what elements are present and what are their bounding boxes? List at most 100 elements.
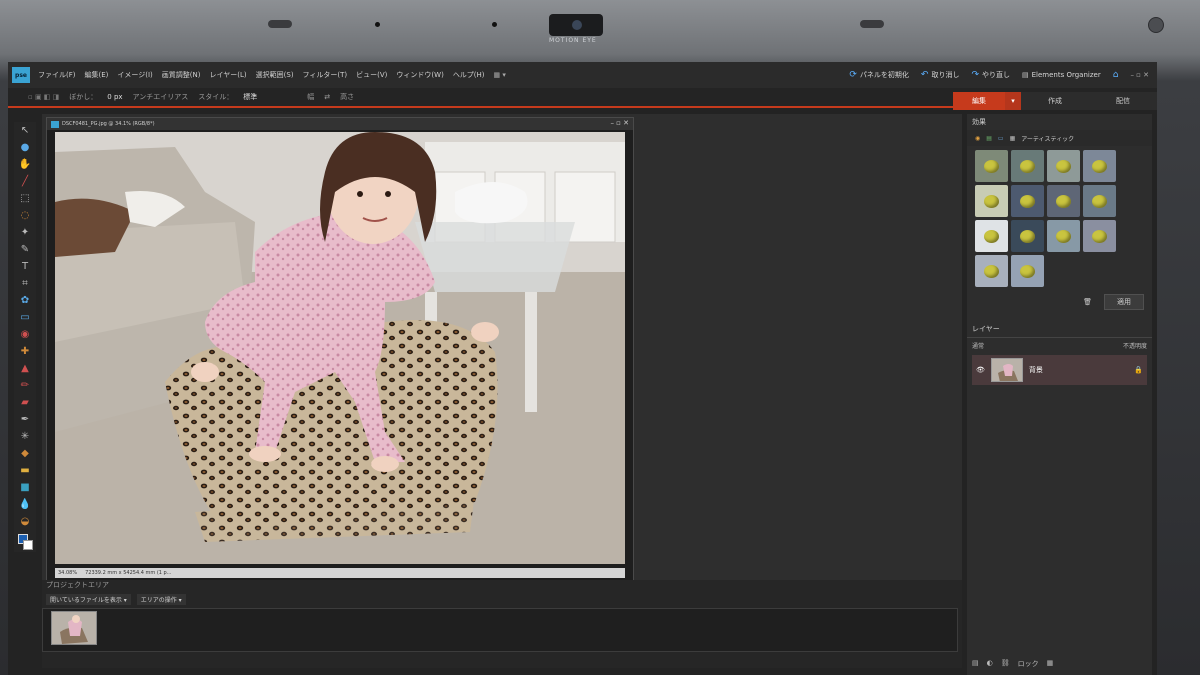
- chevron-down-icon[interactable]: ▾: [1005, 92, 1021, 110]
- eraser-tool-icon[interactable]: ▰: [18, 396, 32, 409]
- move-tool-icon[interactable]: ↖: [18, 124, 32, 137]
- redo-button[interactable]: ↷ やり直し: [971, 70, 1010, 80]
- effects-title: 効果: [972, 118, 986, 126]
- smart-brush-tool-icon[interactable]: ✳: [18, 430, 32, 443]
- marquee-tool-icon[interactable]: ⬚: [18, 192, 32, 205]
- effect-thumbnail[interactable]: [975, 150, 1008, 182]
- height-label: 高さ: [340, 93, 355, 101]
- hand-tool-icon[interactable]: ✋: [18, 158, 32, 171]
- lock-icon[interactable]: 🔒: [1134, 366, 1143, 374]
- eyedropper-tool-icon[interactable]: ╱: [18, 175, 32, 188]
- effect-thumbnail[interactable]: [1083, 220, 1116, 252]
- bezel-sensor: [492, 22, 497, 27]
- project-bin-controls: 開いているファイルを表示 ▾ エリアの操作 ▾: [46, 594, 186, 605]
- effect-thumbnail[interactable]: [975, 220, 1008, 252]
- tab-edit[interactable]: 編集: [953, 92, 1005, 110]
- link-icon[interactable]: ⛓: [1001, 659, 1010, 669]
- effect-thumbnail[interactable]: [1047, 150, 1080, 182]
- pencil-tool-icon[interactable]: ✏: [18, 379, 32, 392]
- home-icon[interactable]: ⌂: [1113, 70, 1119, 80]
- healing-tool-icon[interactable]: ✚: [18, 345, 32, 358]
- menu-view[interactable]: ビュー(V): [356, 70, 387, 80]
- effect-thumbnail[interactable]: [975, 185, 1008, 217]
- layers-title: レイヤー: [967, 321, 1152, 338]
- menu-image[interactable]: イメージ(I): [117, 70, 152, 80]
- menu-select[interactable]: 選択範囲(S): [256, 70, 294, 80]
- bin-actions-select[interactable]: エリアの操作 ▾: [136, 594, 186, 605]
- magic-wand-tool-icon[interactable]: ✦: [18, 226, 32, 239]
- zoom-tool-icon[interactable]: ●: [18, 141, 32, 154]
- blur-tool-icon[interactable]: 💧: [18, 498, 32, 511]
- thumbnail-item[interactable]: [51, 611, 97, 645]
- adjustment-layer-icon[interactable]: ◐: [987, 659, 993, 669]
- menu-edit[interactable]: 編集(E): [85, 70, 109, 80]
- trash-icon[interactable]: 🗑: [1083, 298, 1092, 306]
- visibility-eye-icon[interactable]: 👁: [976, 366, 985, 374]
- document-titlebar[interactable]: DSCF0481_PG.jpg @ 34.1% (RGB/8*) – ▫ ✕: [47, 118, 633, 130]
- menu-layer[interactable]: レイヤー(L): [209, 70, 246, 80]
- document-photo[interactable]: [55, 132, 625, 564]
- show-files-label: 開いているファイルを表示: [50, 597, 122, 604]
- toolbox: ↖ ● ✋ ╱ ⬚ ◌ ✦ ✎ T ⌗ ✿ ▭ ◉ ✚ ▲ ✏ ▰ ✒ ✳ ◆ …: [14, 122, 36, 552]
- zoom-level[interactable]: 34.08%: [58, 570, 77, 576]
- show-files-select[interactable]: 開いているファイルを表示 ▾: [46, 594, 131, 605]
- brush-tool-icon[interactable]: ✒: [18, 413, 32, 426]
- color-swatch-icon[interactable]: [18, 532, 33, 554]
- document-title: DSCF0481_PG.jpg @ 34.1% (RGB/8*): [62, 121, 155, 127]
- effect-thumbnail[interactable]: [1047, 220, 1080, 252]
- marquee-tool-icons[interactable]: ▫ ▣ ◧ ◨: [28, 93, 59, 101]
- type-tool-icon[interactable]: T: [18, 260, 32, 273]
- gradient-tool-icon[interactable]: ▬: [18, 464, 32, 477]
- sponge-tool-icon[interactable]: ◒: [18, 515, 32, 528]
- red-eye-tool-icon[interactable]: ◉: [18, 328, 32, 341]
- tab-share[interactable]: 配信: [1089, 92, 1157, 110]
- document-window-controls[interactable]: – ▫ ✕: [610, 119, 629, 127]
- photo-effects-icon[interactable]: ▭: [998, 135, 1004, 142]
- effect-thumbnail[interactable]: [1011, 220, 1044, 252]
- blend-mode-select[interactable]: 通常: [972, 341, 984, 350]
- menu-filter[interactable]: フィルター(T): [303, 70, 348, 80]
- menu-enhance[interactable]: 画質調整(N): [162, 70, 201, 80]
- window-controls[interactable]: – ▫ ✕: [1130, 71, 1149, 79]
- antialias-checkbox[interactable]: アンチエイリアス: [133, 92, 189, 102]
- workspace-dropdown-icon[interactable]: ▦ ▾: [494, 71, 506, 79]
- effect-thumbnail[interactable]: [1011, 255, 1044, 287]
- effect-thumbnail[interactable]: [1047, 185, 1080, 217]
- opacity-label[interactable]: 不透明度: [1123, 341, 1147, 350]
- organizer-button[interactable]: ▤ Elements Organizer: [1022, 71, 1101, 79]
- layer-thumbnail-image: [991, 359, 1022, 381]
- menu-help[interactable]: ヘルプ(H): [453, 70, 485, 80]
- menu-file[interactable]: ファイル(F): [38, 70, 76, 80]
- feather-input[interactable]: 0 px: [107, 93, 122, 101]
- apply-button[interactable]: 適用: [1104, 294, 1144, 310]
- quick-select-tool-icon[interactable]: ✎: [18, 243, 32, 256]
- crop-tool-icon[interactable]: ⌗: [18, 277, 32, 290]
- tab-create[interactable]: 作成: [1021, 92, 1089, 110]
- project-bin: プロジェクトエリア 開いているファイルを表示 ▾ エリアの操作 ▾: [42, 580, 962, 668]
- app-logo: pse: [12, 67, 30, 83]
- lock-transparency-icon[interactable]: ▦: [1047, 659, 1054, 669]
- undo-button[interactable]: ↶ 取り消し: [921, 70, 960, 80]
- shape-tool-icon[interactable]: ■: [18, 481, 32, 494]
- reset-panels-button[interactable]: ⟳ パネルを初期化: [849, 70, 909, 80]
- paint-bucket-tool-icon[interactable]: ◆: [18, 447, 32, 460]
- layer-row[interactable]: 👁 背景 🔒: [972, 355, 1147, 385]
- show-all-icon[interactable]: ▦: [1010, 135, 1016, 142]
- lasso-tool-icon[interactable]: ◌: [18, 209, 32, 222]
- filters-icon[interactable]: ◉: [975, 135, 980, 142]
- effect-thumbnail[interactable]: [1083, 150, 1116, 182]
- effect-thumbnail[interactable]: [1011, 150, 1044, 182]
- style-select[interactable]: 標準: [243, 92, 257, 102]
- new-layer-icon[interactable]: ▤: [972, 659, 979, 669]
- menu-window[interactable]: ウィンドウ(W): [396, 70, 443, 80]
- effect-thumbnail[interactable]: [1011, 185, 1044, 217]
- styles-icon[interactable]: ▤: [986, 135, 992, 142]
- swap-icon[interactable]: ⇄: [324, 93, 330, 101]
- cookie-cutter-tool-icon[interactable]: ✿: [18, 294, 32, 307]
- clone-stamp-tool-icon[interactable]: ▲: [18, 362, 32, 375]
- effect-thumbnail[interactable]: [1083, 185, 1116, 217]
- straighten-tool-icon[interactable]: ▭: [18, 311, 32, 324]
- effects-category-select[interactable]: アーティスティック: [1021, 134, 1074, 143]
- right-panel: 効果 ◉ ▤ ▭ ▦ アーティスティック 🗑 適用 レイヤー 通常 不透明度 👁: [967, 114, 1152, 675]
- effect-thumbnail[interactable]: [975, 255, 1008, 287]
